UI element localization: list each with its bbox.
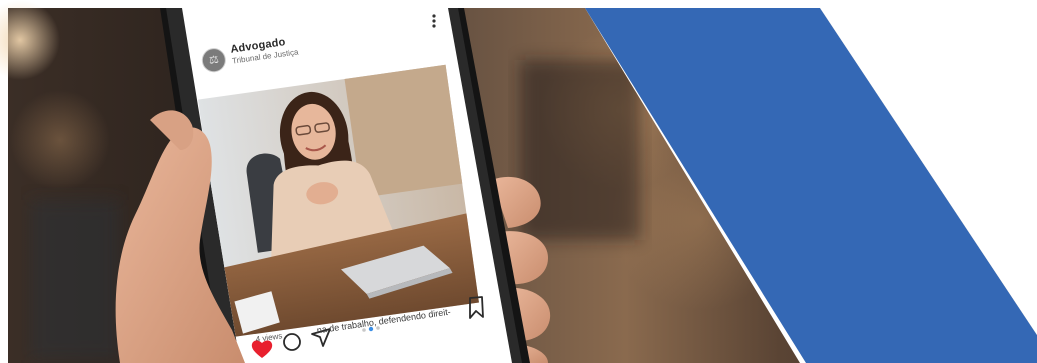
scales-of-justice-icon: ⚖ [208,53,220,67]
more-vertical-icon[interactable] [428,14,440,30]
hero-banner: ⚖ Advogado Tribunal de Justiça 4 views n… [0,0,1037,363]
phone-mockup [115,8,551,363]
account-avatar[interactable]: ⚖ [200,46,228,74]
